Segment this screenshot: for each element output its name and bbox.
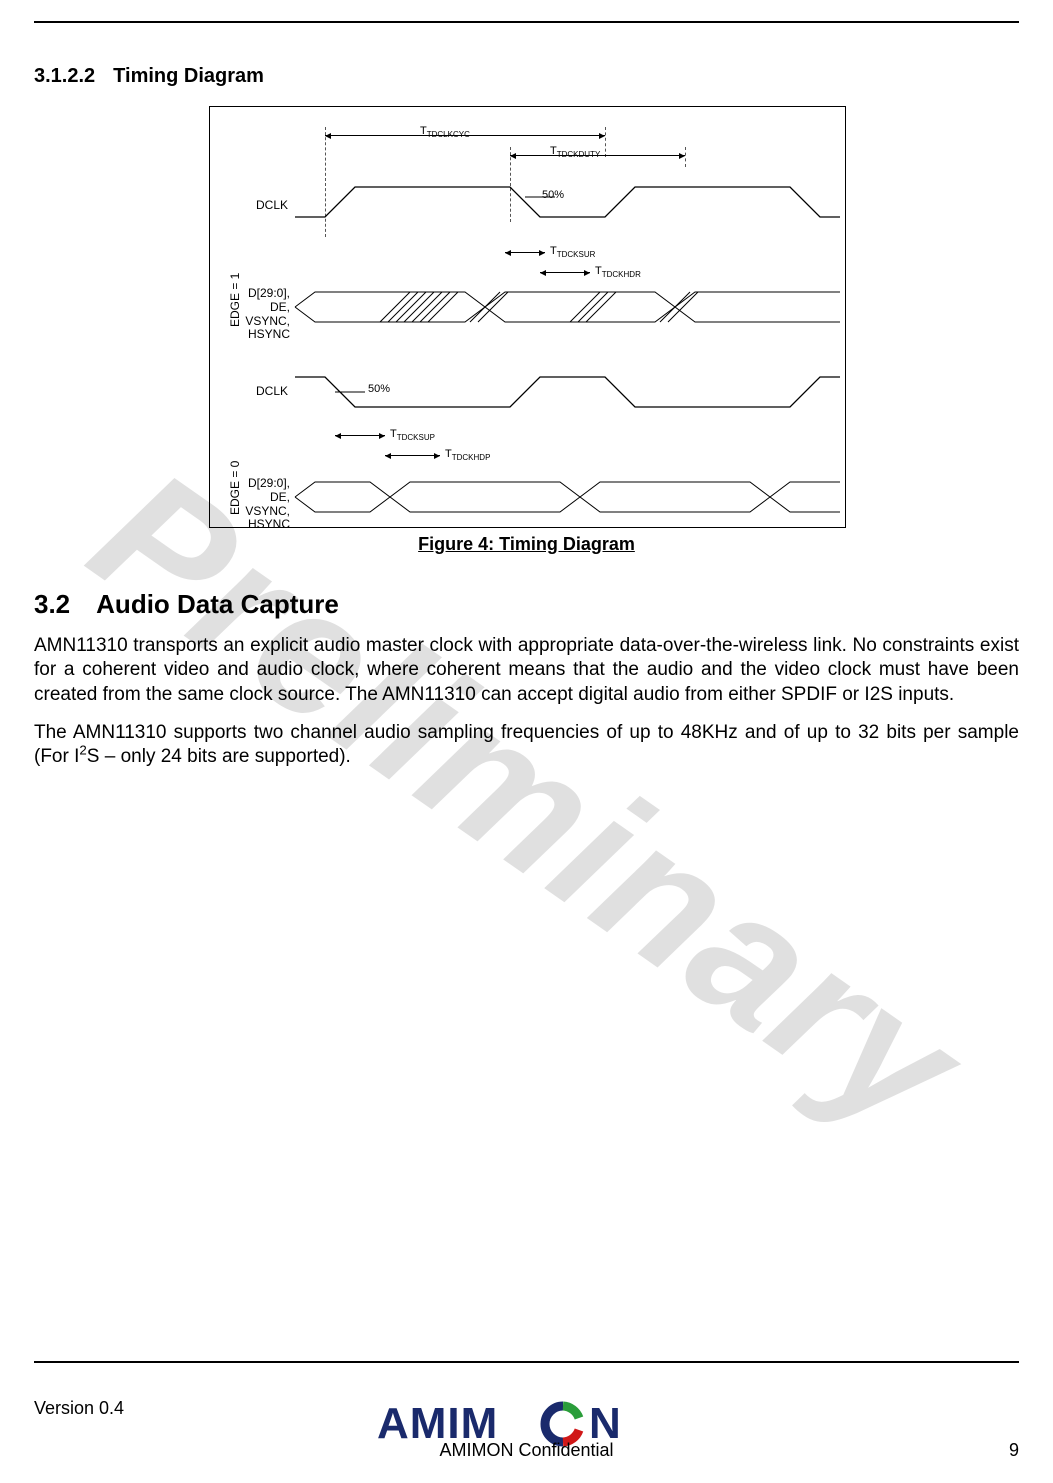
paragraph-2: The AMN11310 supports two channel audio …: [34, 721, 1019, 770]
footer-page-number: 9: [1009, 1440, 1019, 1461]
header-rule: [34, 21, 1019, 23]
figure-caption: Figure 4: Timing Diagram: [209, 534, 844, 555]
heading-3-2: 3.2 Audio Data Capture: [34, 589, 1019, 620]
label-data-1: D[29:0], DE, VSYNC, HSYNC: [232, 287, 290, 342]
heading-number: 3.1.2.2: [34, 65, 95, 87]
label-tdcksup: TTDCKSUP: [390, 428, 435, 442]
heading-title: Audio Data Capture: [96, 589, 339, 619]
label-tdckhdr: TTDCKHDR: [595, 265, 641, 279]
footer-rule: [34, 1361, 1019, 1363]
heading-title: Timing Diagram: [113, 65, 264, 87]
footer-confidential: AMIMON Confidential: [34, 1440, 1019, 1461]
label-dclk-0: DCLK: [240, 385, 288, 399]
timing-waveforms: [210, 107, 845, 527]
label-50pct-0: 50%: [368, 383, 390, 395]
heading-3-1-2-2: 3.1.2.2 Timing Diagram: [34, 65, 1019, 88]
paragraph-1: AMN11310 transports an explicit audio ma…: [34, 634, 1019, 707]
label-data-0: D[29:0], DE, VSYNC, HSYNC: [232, 477, 290, 532]
footer-version: Version 0.4: [34, 1398, 124, 1419]
label-tdcksur: TTDCKSUR: [550, 245, 595, 259]
heading-number: 3.2: [34, 589, 70, 619]
timing-diagram-figure: TTDCLKCYC TTDCKDUTY EDGE = 1 DCLK: [209, 106, 846, 528]
label-tdckhdp: TTDCKHDP: [445, 448, 490, 462]
label-50pct-1: 50%: [542, 189, 564, 201]
